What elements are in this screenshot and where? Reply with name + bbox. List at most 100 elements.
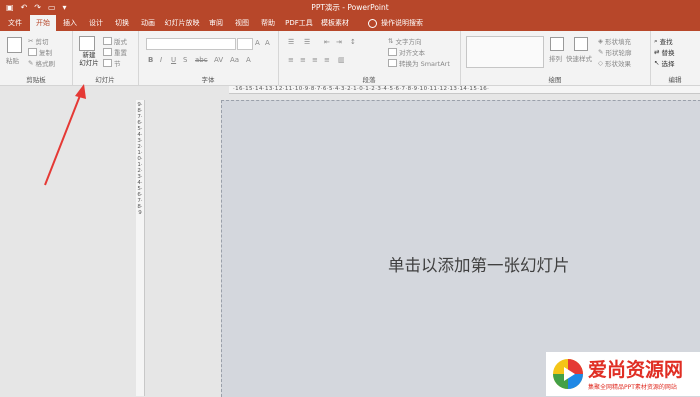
slides-group-label: 幻灯片 [95,76,115,84]
decrease-font-icon[interactable]: A [265,39,270,47]
cut-label: 剪切 [35,38,49,46]
watermark: 爱尚资源网 集聚全网精品PPT素材资源的网站 [546,352,700,396]
new-slide-icon[interactable] [79,36,95,51]
vertical-ruler: 9·8·7·6·5·4·3·2·1·0·1·2·3·4·5·6·7·8·9 [136,100,145,396]
justify-icon[interactable]: ≡ [324,56,330,64]
tab-template-materials[interactable]: 模板素材 [318,15,352,31]
quick-styles-icon[interactable] [574,37,588,51]
watermark-name: 爱尚资源网 [588,359,684,381]
group-slides: 新建 幻灯片 版式 重置 节 幻灯片 [72,31,139,85]
slide-thumbnail-pane[interactable] [0,86,133,396]
tab-design[interactable]: 设计 [84,15,108,31]
clipboard-group-label: 剪贴板 [26,76,46,84]
copy-label: 复制 [39,49,52,57]
align-text-label: 对齐文本 [399,49,425,57]
replace-button[interactable]: ⇄ 替换 [654,47,674,57]
smartart-button[interactable]: 转换为 SmartArt [388,58,450,68]
format-painter-button[interactable]: ✎ 格式刷 [28,58,55,68]
strikethrough-icon[interactable]: abc [195,56,208,64]
select-button[interactable]: ↖ 选择 [654,58,674,68]
increase-indent-icon[interactable]: ⇥ [336,38,342,46]
quick-styles-button[interactable]: 快速样式 [566,53,592,63]
align-left-icon[interactable]: ≡ [288,56,294,64]
fill-icon: ◈ [598,37,603,45]
cut-button[interactable]: ✂ 剪切 [28,36,48,46]
group-drawing: 排列 快速样式 ◈ 形状填充 ✎ 形状轮廓 ◇ 形状效果 绘图 [460,31,651,85]
section-button[interactable]: 节 [103,58,121,68]
slide-placeholder-text[interactable]: 单击以添加第一张幻灯片 [388,252,570,276]
drawing-group-label: 绘图 [548,76,562,84]
ribbon: 粘贴 ✂ 剪切 复制 ✎ 格式刷 剪贴板 新建 幻灯片 版式 重置 节 幻灯片 A … [0,31,700,86]
shape-fill-button[interactable]: ◈ 形状填充 [598,36,631,46]
tab-pdf-tools[interactable]: PDF工具 [282,15,316,31]
font-size-combobox[interactable] [237,38,253,50]
align-text-button[interactable]: 对齐文本 [388,47,425,57]
line-spacing-icon[interactable]: ↕ [350,38,356,46]
copy-button[interactable]: 复制 [28,47,52,57]
layout-button[interactable]: 版式 [103,36,127,46]
group-editing: ⌕ 查找 ⇄ 替换 ↖ 选择 编辑 [650,31,700,85]
shapes-gallery[interactable] [466,36,544,68]
editing-group-label: 编辑 [668,76,682,84]
group-paragraph: ☰ ☰ ⇤ ⇥ ↕ ≡ ≡ ≡ ≡ ▥ ⇅ 文字方向 对齐文本 转换为 Smart… [278,31,461,85]
format-painter-label: 格式刷 [35,60,55,68]
bold-icon[interactable]: B [148,56,153,64]
align-right-icon[interactable]: ≡ [312,56,318,64]
section-icon [103,59,112,67]
title-bar: ▣ ↶ ↷ ▭ ▾ PPT演示 - PowerPoint [0,0,700,15]
select-label: 选择 [661,60,675,68]
paste-icon[interactable] [7,37,22,53]
paste-label: 粘贴 [6,57,19,65]
arrange-icon[interactable] [550,37,564,51]
decrease-indent-icon[interactable]: ⇤ [324,38,330,46]
quick-styles-label: 快速样式 [566,55,592,63]
columns-icon[interactable]: ▥ [338,56,345,64]
ribbon-tabs: 文件 开始 插入 设计 切换 动画 幻灯片放映 审阅 视图 帮助 PDF工具 模… [0,15,700,31]
change-case-icon[interactable]: Aa [230,56,239,64]
tab-home[interactable]: 开始 [30,15,56,31]
tab-help[interactable]: 帮助 [256,15,280,31]
underline-icon[interactable]: U [171,56,176,64]
scissors-icon: ✂ [28,37,34,45]
replace-icon: ⇄ [654,48,660,56]
paste-button[interactable]: 粘贴 [6,55,19,65]
tell-me-label: 操作说明搜索 [381,19,423,27]
select-icon: ↖ [654,59,660,67]
arrange-button[interactable]: 排列 [549,53,562,63]
tab-animations[interactable]: 动画 [136,15,160,31]
arrange-label: 排列 [549,55,562,63]
reset-button[interactable]: 重置 [103,47,127,57]
text-direction-button[interactable]: ⇅ 文字方向 [388,36,421,46]
shape-outline-label: 形状轮廓 [605,49,632,57]
font-color-icon[interactable]: A [246,56,251,64]
new-slide-label-2: 幻灯片 [79,59,99,67]
new-slide-label-1: 新建 [82,51,96,59]
reset-icon [103,48,112,56]
tab-slideshow[interactable]: 幻灯片放映 [162,15,202,31]
align-center-icon[interactable]: ≡ [300,56,306,64]
font-name-combobox[interactable] [146,38,236,50]
shape-effects-button[interactable]: ◇ 形状效果 [598,58,631,68]
outline-icon: ✎ [598,48,604,56]
shadow-icon[interactable]: S [183,56,187,64]
increase-font-icon[interactable]: A [255,39,260,47]
tab-view[interactable]: 视图 [230,15,254,31]
tab-file[interactable]: 文件 [2,15,28,31]
bullets-icon[interactable]: ☰ [288,38,294,46]
tab-transitions[interactable]: 切换 [110,15,134,31]
layout-label: 版式 [114,38,127,46]
smartart-label: 转换为 SmartArt [399,60,450,68]
new-slide-button[interactable]: 新建 幻灯片 [78,51,100,67]
tab-insert[interactable]: 插入 [58,15,82,31]
copy-icon [28,48,37,56]
layout-icon [103,37,112,45]
tell-me-search[interactable]: 操作说明搜索 [368,15,423,31]
text-direction-label: 文字方向 [395,38,422,46]
group-clipboard: 粘贴 ✂ 剪切 复制 ✎ 格式刷 剪贴板 [0,31,73,85]
char-spacing-icon[interactable]: AV [214,56,223,64]
numbering-icon[interactable]: ☰ [304,38,310,46]
tab-review[interactable]: 审阅 [204,15,228,31]
find-button[interactable]: ⌕ 查找 [654,36,673,47]
shape-outline-button[interactable]: ✎ 形状轮廓 [598,47,631,57]
italic-icon[interactable]: I [160,56,162,64]
